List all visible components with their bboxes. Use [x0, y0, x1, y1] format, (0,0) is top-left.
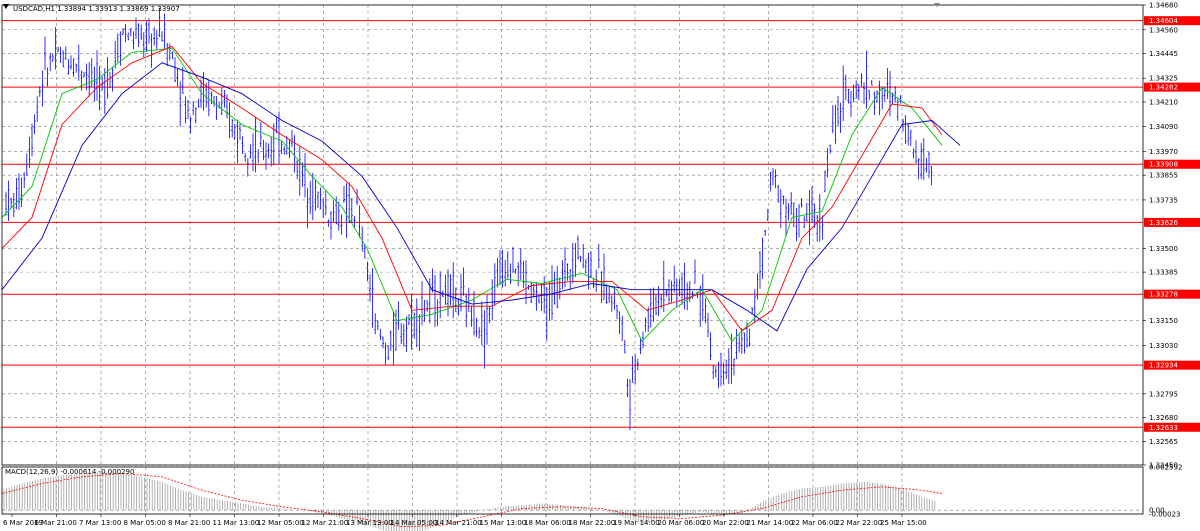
price-label: 1.34680	[1149, 2, 1178, 10]
time-label: 11 Mar 13:00	[213, 519, 260, 527]
chart-title: USDCAD,H1 1.33894 1.33913 1.33869 1.3390…	[13, 5, 180, 13]
price-label: 1.34325	[1149, 75, 1178, 83]
price-label: 1.34210	[1149, 98, 1178, 106]
price-label: 1.33970	[1149, 148, 1178, 156]
price-label: 1.33385	[1149, 269, 1178, 277]
main-border	[1, 4, 1144, 466]
price-label: 1.33855	[1149, 172, 1178, 180]
time-label: 6 Mar 21:00	[35, 519, 77, 527]
price-label: 1.33735	[1149, 196, 1178, 204]
time-label: 20 Mar 22:00	[702, 519, 749, 527]
main-grid	[2, 4, 1143, 466]
time-label: 21 Mar 14:00	[747, 519, 794, 527]
window-menu-icon[interactable]	[3, 4, 9, 9]
moving-average-line	[1, 45, 943, 332]
level-tag-label: 1.33278	[1149, 291, 1178, 299]
time-label: 25 Mar 15:00	[880, 519, 927, 527]
moving-average-line	[1, 47, 943, 342]
time-label: 22 Mar 22:00	[836, 519, 883, 527]
price-label: 1.32565	[1149, 438, 1178, 446]
time-label: 14 Mar 21:00	[435, 519, 482, 527]
time-label: 18 Mar 22:00	[569, 519, 616, 527]
time-label: 19 Mar 14:00	[613, 519, 660, 527]
macd-axis: 0.0025920.00-0.00023	[1149, 463, 1182, 518]
level-tag-label: 1.33626	[1149, 219, 1178, 227]
time-label: 12 Mar 21:00	[302, 519, 349, 527]
level-tag-label: 1.34282	[1149, 84, 1178, 92]
support-resistance-levels	[2, 20, 1143, 428]
time-label: 15 Mar 13:00	[480, 519, 527, 527]
time-label: 8 Mar 05:00	[124, 519, 166, 527]
price-label: 1.33150	[1149, 317, 1178, 325]
level-tag-label: 1.32934	[1149, 362, 1178, 370]
price-candles	[5, 7, 933, 431]
time-label: 18 Mar 06:00	[524, 519, 571, 527]
macd-label: 0.002592	[1149, 463, 1182, 471]
price-label: 1.34090	[1149, 123, 1178, 131]
time-label: 20 Mar 06:00	[658, 519, 705, 527]
chart-window[interactable]: 1.34680 1.34560 1.34445 1.34325 1.34210 1.340…	[0, 0, 1200, 531]
macd-title: MACD(12,26,9) -0.000614 -0.000290	[5, 468, 134, 476]
price-label: 1.32795	[1149, 390, 1178, 398]
main-frame	[1, 4, 1144, 466]
price-label: 1.33500	[1149, 245, 1178, 253]
level-tag-label: 1.34604	[1149, 17, 1178, 25]
level-tag-label: 1.33908	[1149, 161, 1178, 169]
price-axis: 1.34680 1.34560 1.34445 1.34325 1.34210 1.340…	[1143, 2, 1178, 470]
time-label: 14 Mar 05:00	[391, 519, 438, 527]
price-label: 1.34445	[1149, 50, 1178, 58]
time-label: 12 Mar 05:00	[257, 519, 304, 527]
time-label: 13 Mar 13:00	[346, 519, 393, 527]
time-axis: 6 Mar 20196 Mar 21:00 7 Mar 13:00 8 Mar 05…	[3, 514, 927, 527]
time-label: 8 Mar 21:00	[168, 519, 210, 527]
level-tag-label: 1.32633	[1149, 424, 1178, 432]
macd-label: -0.00023	[1149, 511, 1180, 519]
price-label: 1.33030	[1149, 342, 1178, 350]
time-label: 22 Mar 06:00	[791, 519, 838, 527]
price-label: 1.32680	[1149, 414, 1178, 422]
time-label: 7 Mar 13:00	[79, 519, 121, 527]
price-label: 1.34560	[1149, 26, 1178, 34]
